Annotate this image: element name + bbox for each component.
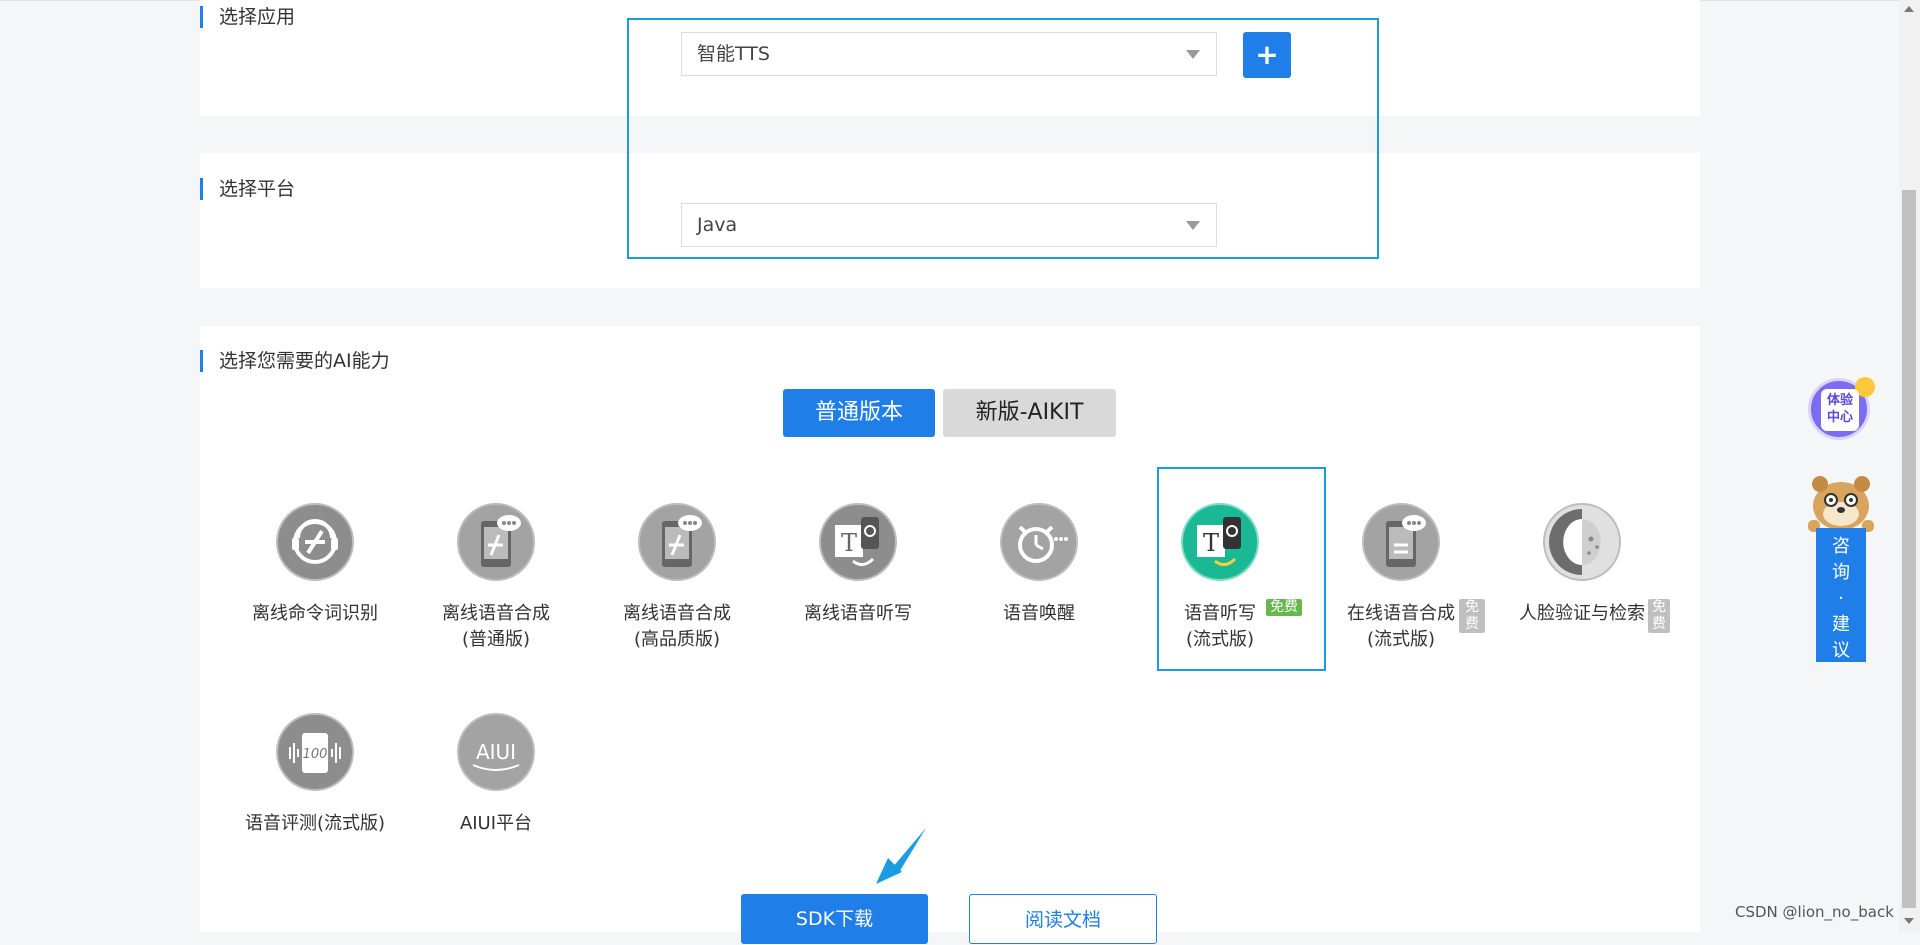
ai-item-offline-tts-hq[interactable]: 离线语音合成 (高品质版) [593, 503, 761, 653]
ai-item-label: 语音唤醒 [1003, 603, 1075, 624]
consult-char: 建 [1832, 614, 1850, 635]
scroll-down-icon[interactable] [1904, 918, 1914, 924]
ai-item-sublabel: (高品质版) [633, 629, 721, 650]
consult-char: 议 [1832, 640, 1850, 661]
consult-char: 询 [1832, 562, 1850, 583]
experience-line1: 体验 [1826, 393, 1853, 408]
tab-aikit-version[interactable]: 新版-AIKIT [943, 389, 1116, 437]
online-tts-stream-icon [1362, 503, 1440, 581]
ai-item-online-tts-stream[interactable]: 在线语音合成 (流式版) 免费 [1317, 503, 1485, 653]
ai-item-aiui-platform[interactable]: AIUI AIUI平台 [412, 713, 580, 837]
ai-item-offline-command[interactable]: 离线命令词识别 [231, 503, 399, 627]
section-title-platform: 选择平台 [200, 178, 295, 200]
ai-item-label: 离线命令词识别 [252, 603, 378, 624]
scroll-up-icon[interactable] [1904, 6, 1914, 12]
scrollbar-thumb[interactable] [1902, 190, 1916, 908]
tab-standard-version[interactable]: 普通版本 [783, 389, 935, 437]
read-docs-button[interactable]: 阅读文档 [969, 894, 1157, 944]
selected-item-frame [1157, 467, 1326, 671]
free-badge: 免费 [1459, 599, 1485, 633]
ai-item-label: 离线语音合成 [623, 603, 731, 624]
ai-item-face-verify[interactable]: 人脸验证与检索 免费 [1498, 503, 1670, 633]
ai-item-label: 语音评测(流式版) [244, 813, 386, 834]
offline-dictation-icon: T [819, 503, 897, 581]
watermark: CSDN @lion_no_back [1735, 903, 1894, 921]
ai-item-sublabel: (普通版) [461, 629, 531, 650]
mascot-icon [1808, 476, 1874, 532]
ai-item-label: AIUI平台 [459, 813, 533, 834]
speech-eval-icon: 100 [276, 713, 354, 791]
voice-wakeup-icon [1000, 503, 1078, 581]
ai-item-voice-wakeup[interactable]: 语音唤醒 [955, 503, 1123, 627]
experience-line2: 中心 [1826, 410, 1853, 425]
ai-item-label: 离线语音合成 [442, 603, 550, 624]
ai-item-label: 人脸验证与检索 [1519, 603, 1645, 624]
vertical-scrollbar[interactable] [1899, 0, 1920, 932]
ai-item-offline-tts[interactable]: 离线语音合成 (普通版) [412, 503, 580, 653]
consult-char: · [1838, 588, 1844, 609]
experience-center-label: 体验 中心 [1821, 389, 1859, 431]
svg-text:AIUI: AIUI [476, 740, 516, 764]
experience-center-button[interactable]: 体验 中心 [1808, 377, 1875, 440]
ai-item-speech-eval[interactable]: 100 语音评测(流式版) [231, 713, 399, 837]
consult-suggest-button[interactable]: 咨 询 · 建 议 [1816, 528, 1866, 662]
ai-item-label: 离线语音听写 [804, 603, 912, 624]
aiui-platform-icon: AIUI [457, 713, 535, 791]
annotation-arrow-icon [876, 828, 926, 884]
annotation-highlight-box [627, 18, 1379, 259]
section-title-app: 选择应用 [200, 6, 295, 28]
sdk-download-button[interactable]: SDK下载 [741, 894, 928, 944]
svg-text:100: 100 [303, 747, 328, 762]
svg-text:T: T [841, 529, 857, 557]
face-verify-icon [1543, 503, 1621, 581]
free-badge: 免费 [1648, 599, 1670, 633]
consult-char: 咨 [1832, 536, 1850, 557]
section-title-ai: 选择您需要的AI能力 [200, 350, 390, 372]
offline-tts-icon [457, 503, 535, 581]
offline-command-icon [276, 503, 354, 581]
ai-item-offline-dictation[interactable]: T 离线语音听写 [774, 503, 942, 627]
offline-tts-hq-icon [638, 503, 716, 581]
